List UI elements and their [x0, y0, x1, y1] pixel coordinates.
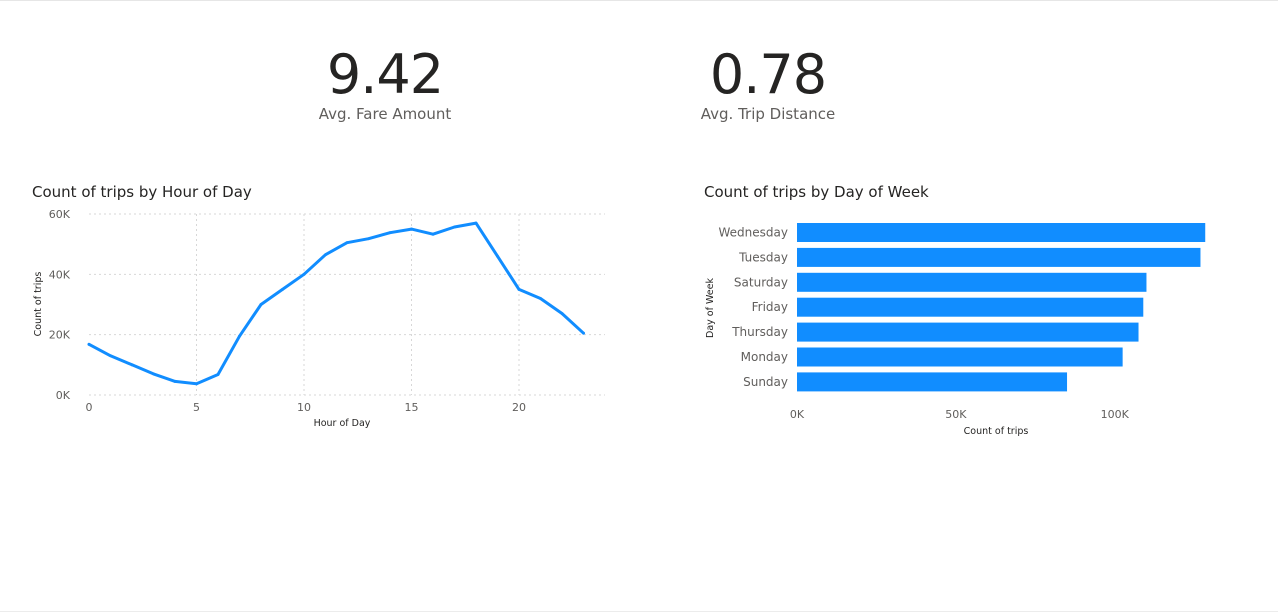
- x-tick-label: 5: [193, 401, 200, 414]
- data-point: [216, 373, 220, 376]
- bar-thursday: [797, 322, 1139, 342]
- y-axis-title: Day of Week: [705, 278, 716, 338]
- data-point: [109, 354, 112, 358]
- data-point: [259, 303, 263, 306]
- x-tick-label: 15: [405, 401, 419, 414]
- data-point: [517, 288, 521, 291]
- category-label: Monday: [741, 350, 788, 364]
- bar-tuesday: [797, 247, 1201, 267]
- y-tick-label: 40K: [49, 268, 71, 281]
- data-point: [238, 334, 241, 338]
- data-point: [152, 372, 155, 376]
- kpi-label-fare: Avg. Fare Amount: [318, 105, 452, 123]
- bar-chart-title: Count of trips by Day of Week: [704, 183, 929, 201]
- line-chart-title: Count of trips by Hour of Day: [32, 183, 252, 201]
- top-border: [0, 0, 1278, 1]
- x-tick-label: 20: [512, 401, 526, 414]
- data-point: [367, 237, 370, 241]
- data-point: [453, 225, 456, 229]
- data-point: [195, 382, 198, 386]
- category-label: Wednesday: [719, 226, 788, 240]
- series-line-trips: [87, 221, 585, 386]
- data-point: [281, 288, 284, 291]
- kpi-value-fare: 9.42: [326, 43, 444, 106]
- category-label: Thursday: [731, 325, 788, 339]
- data-point: [582, 331, 585, 335]
- data-point: [431, 232, 435, 236]
- x-tick-label: 50K: [945, 408, 967, 421]
- kpi-value-distance: 0.78: [709, 43, 827, 106]
- category-label: Sunday: [743, 375, 788, 389]
- data-point: [324, 253, 327, 257]
- data-point: [87, 342, 91, 346]
- y-tick-label: 20K: [49, 329, 71, 342]
- x-tick-label: 100K: [1101, 408, 1130, 421]
- data-point: [345, 241, 349, 245]
- data-point: [130, 363, 134, 367]
- data-point: [560, 312, 564, 315]
- kpi-card-fare[interactable]: 9.42 Avg. Fare Amount: [255, 43, 515, 124]
- bar-chart[interactable]: Wednesday Tuesday Saturday Friday Thursday Mo…: [690, 200, 1250, 440]
- kpi-label-distance: Avg. Trip Distance: [700, 105, 836, 123]
- y-tick-label: 60K: [49, 208, 71, 221]
- line-chart[interactable]: 0K 20K 40K 60K 0 5 10 15 20 Hour of Day Count of t…: [0, 200, 620, 440]
- bar-saturday: [797, 272, 1147, 292]
- y-axis-title: Count of trips: [33, 272, 44, 337]
- data-point: [496, 254, 499, 258]
- category-label: Friday: [752, 300, 788, 314]
- category-label: Saturday: [734, 275, 788, 289]
- data-point: [474, 221, 478, 225]
- data-point: [539, 297, 542, 300]
- bar-monday: [797, 347, 1123, 367]
- bar-friday: [797, 297, 1144, 317]
- data-point: [173, 380, 177, 383]
- kpi-card-distance[interactable]: 0.78 Avg. Trip Distance: [638, 43, 898, 124]
- x-axis-title: Hour of Day: [314, 418, 371, 429]
- x-tick-label: 10: [297, 401, 311, 414]
- x-tick-label: 0: [86, 401, 93, 414]
- bar-wednesday: [797, 223, 1206, 242]
- category-label: Tuesday: [738, 250, 788, 264]
- data-point: [388, 231, 392, 235]
- x-axis-title: Count of trips: [964, 426, 1029, 437]
- y-tick-label: 0K: [56, 389, 71, 402]
- x-tick-label: 0K: [790, 408, 805, 421]
- data-point: [302, 272, 306, 276]
- data-point: [410, 227, 413, 231]
- bar-sunday: [797, 372, 1068, 392]
